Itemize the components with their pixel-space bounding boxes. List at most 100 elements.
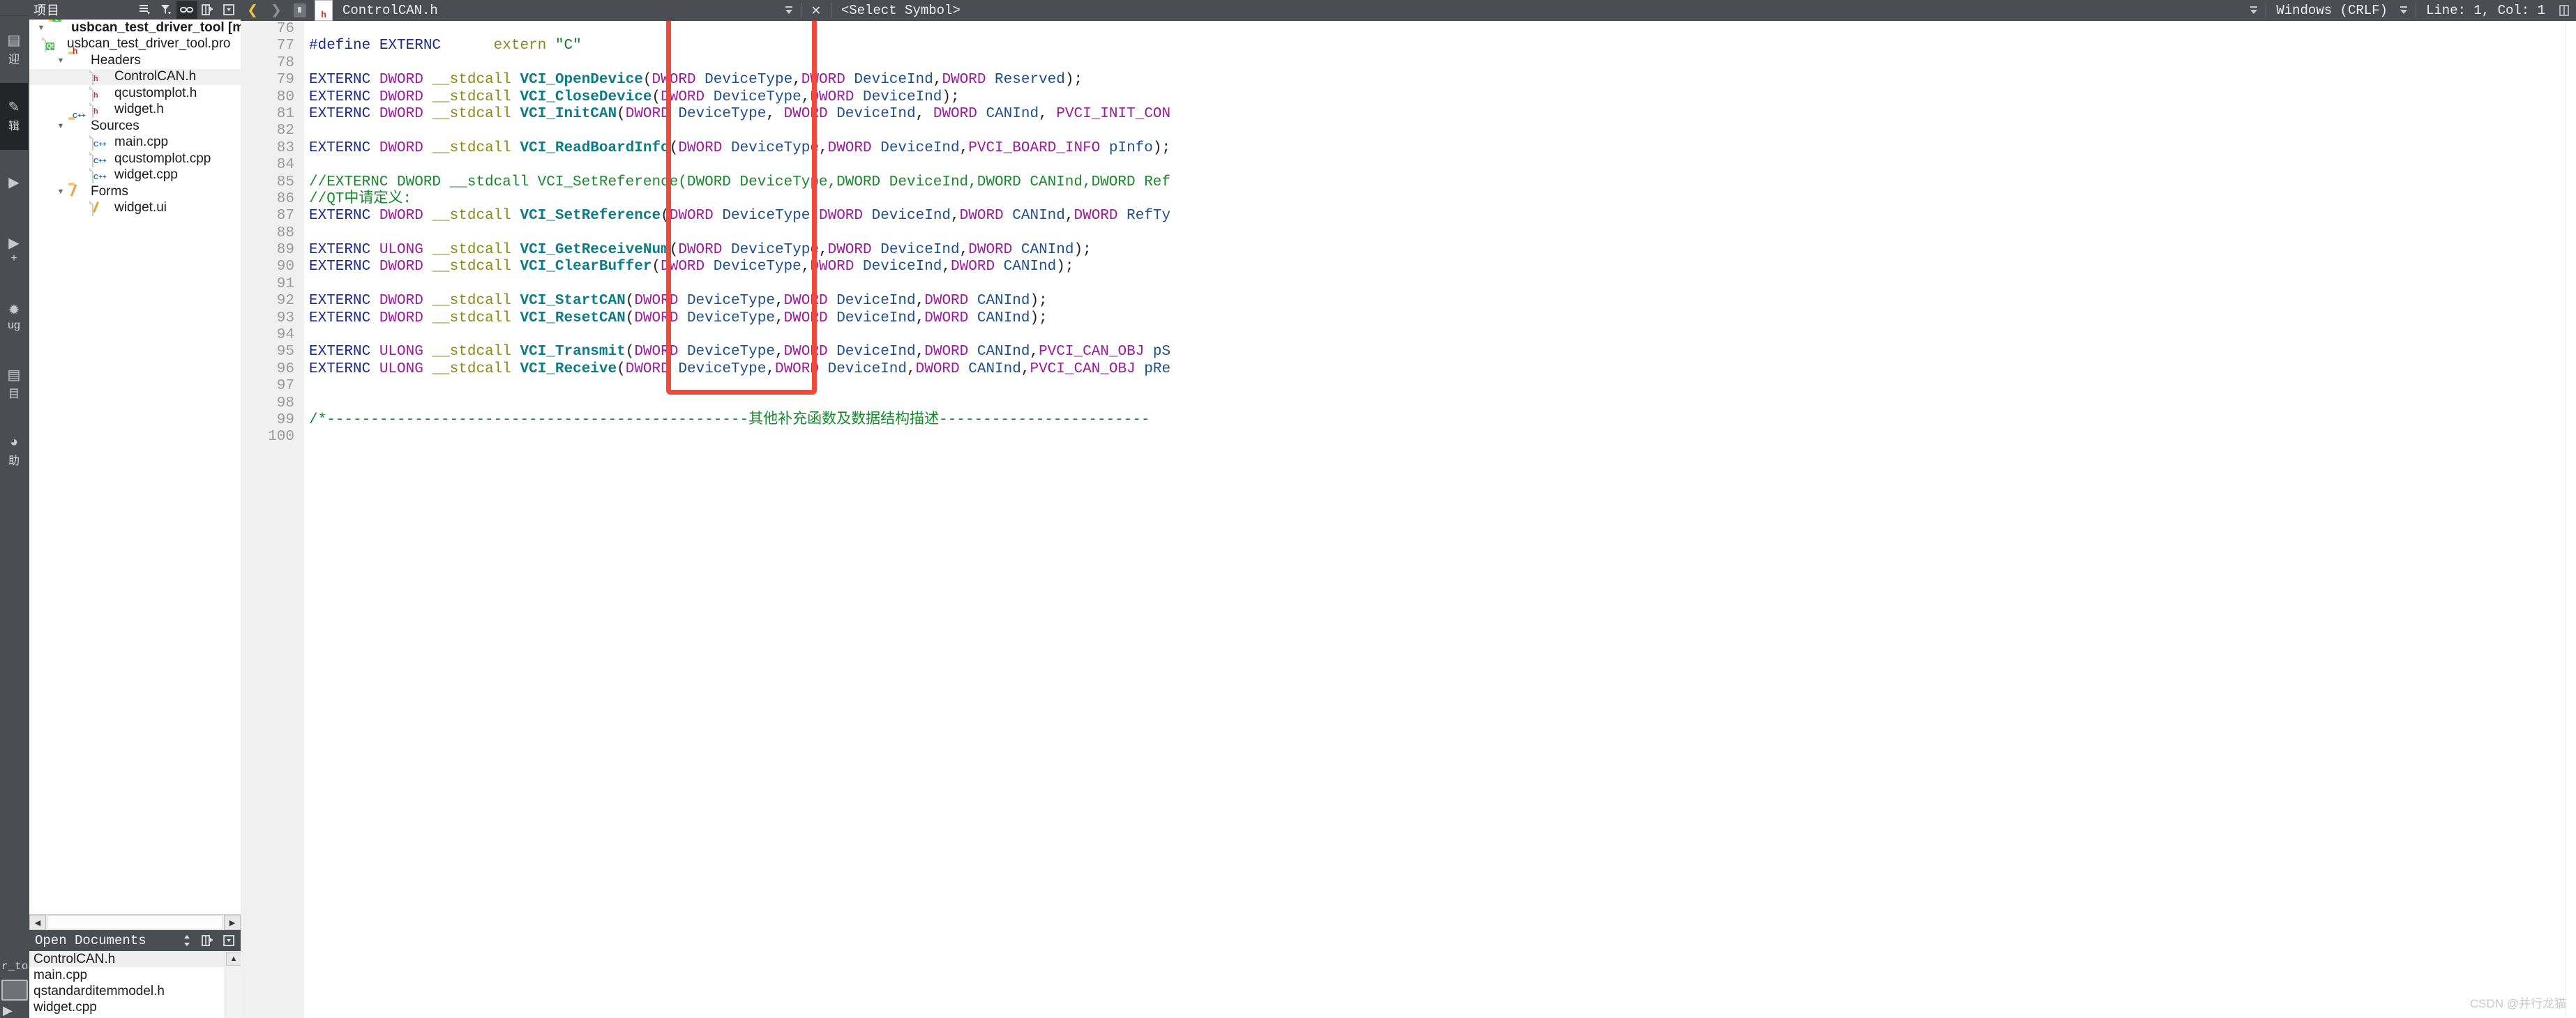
tree-item-widget-cpp[interactable]: C++ widget.cpp	[29, 167, 241, 184]
code-token: VCI_OpenDevice	[520, 72, 643, 89]
code-token: ,	[766, 360, 775, 377]
code-token: VCI_GetReceiveNum	[520, 242, 670, 259]
filter-icon[interactable]	[156, 1, 176, 19]
code-line[interactable]	[309, 21, 2576, 38]
split-editor-right-icon[interactable]	[2552, 4, 2576, 17]
open-doc-row[interactable]: main.cpp	[29, 967, 241, 983]
close-pane-icon[interactable]	[218, 1, 239, 19]
tree-item-controlcan-h[interactable]: h ControlCAN.h	[29, 68, 241, 86]
mode-item-design[interactable]: ▶	[0, 150, 28, 217]
open-documents-list[interactable]: ControlCAN.h main.cpp qstandarditemmodel…	[29, 951, 241, 1018]
code-line[interactable]: EXTERNC DWORD __stdcall VCI_ClearBuffer(…	[309, 259, 2576, 275]
open-file-combobox[interactable]: ControlCAN.h	[336, 0, 445, 21]
code-editor[interactable]: 76 77 78 79 80 81 82 83 84 85 86 87 88 89 90 91 92 93 94 95…	[241, 21, 2576, 1018]
open-doc-row[interactable]: widget.cpp	[29, 999, 241, 1015]
close-documents-icon[interactable]	[218, 932, 239, 950]
code-token: ,	[915, 293, 925, 310]
split-pane-icon[interactable]	[197, 1, 218, 19]
code-line[interactable]	[309, 123, 2576, 139]
code-line[interactable]	[309, 429, 2576, 446]
code-token: ,	[818, 139, 828, 156]
code-line[interactable]: EXTERNC DWORD __stdcall VCI_OpenDevice(D…	[309, 72, 2576, 89]
tree-item-qcustomplot-cpp[interactable]: C++ qcustomplot.cpp	[29, 151, 241, 167]
mode-item-edit[interactable]: ✎ 辑	[0, 83, 28, 150]
file-combo-caret-icon[interactable]	[780, 4, 798, 17]
expand-arrow-icon[interactable]: ▶	[0, 1003, 28, 1018]
scroll-up-icon[interactable]: ▲	[226, 952, 241, 966]
code-line[interactable]	[309, 276, 2576, 293]
code-line[interactable]: EXTERNC DWORD __stdcall VCI_StartCAN(DWO…	[309, 293, 2576, 310]
code-line[interactable]: EXTERNC ULONG __stdcall VCI_GetReceiveNu…	[309, 242, 2576, 259]
project-dock-header: 项目	[28, 0, 241, 20]
open-doc-row[interactable]: qstandarditemmodel.h	[29, 983, 241, 999]
code-line[interactable]: EXTERNC DWORD __stdcall VCI_SetReference…	[309, 208, 2576, 225]
code-line[interactable]	[309, 378, 2576, 395]
code-content[interactable]: #define EXTERNC extern "C" EXTERNC DWORD…	[303, 21, 2576, 1018]
symbol-combo-caret-icon[interactable]	[2245, 4, 2263, 17]
editor-toolbar: ❮ ❯ h ControlCAN.h ✕ <Select Symbol> Win…	[241, 0, 2576, 21]
link-with-editor-icon[interactable]	[176, 1, 197, 19]
lock-icon[interactable]	[288, 3, 312, 17]
code-token: ,	[1039, 105, 1057, 122]
chevron-down-icon[interactable]: ▼	[33, 24, 49, 32]
line-ending-caret-icon[interactable]	[2395, 4, 2413, 17]
navigate-forward-icon[interactable]: ❯	[264, 0, 288, 22]
sort-documents-icon[interactable]	[176, 932, 197, 950]
code-line[interactable]	[309, 55, 2576, 72]
code-line[interactable]: EXTERNC DWORD __stdcall VCI_CloseDevice(…	[309, 89, 2576, 106]
code-line[interactable]: EXTERNC DWORD __stdcall VCI_InitCAN(DWOR…	[309, 106, 2576, 123]
scroll-left-icon[interactable]: ◀	[29, 915, 46, 930]
editor-right-gutter[interactable]	[2566, 21, 2576, 1018]
cursor-position-indicator[interactable]: Line: 1, Col: 1	[2419, 0, 2552, 21]
tree-item-headers-folder[interactable]: ▼ h Headers	[29, 47, 241, 69]
tree-item-qcustomplot-h[interactable]: h qcustomplot.h	[29, 85, 241, 102]
mode-item-projects[interactable]: ▤ 目	[0, 351, 28, 418]
filter-tree-icon[interactable]	[135, 1, 156, 19]
tree-item-widget-ui[interactable]: widget.ui	[29, 200, 241, 217]
mode-item-welcome[interactable]: ▤ 迎	[0, 16, 28, 83]
chevron-down-icon[interactable]: ▼	[53, 56, 68, 65]
tree-item-widget-h[interactable]: h widget.h	[29, 102, 241, 119]
code-token: __stdcall	[432, 293, 511, 310]
mode-item-debug-start[interactable]: ▶ +	[0, 217, 28, 284]
code-line[interactable]	[309, 395, 2576, 412]
tree-item-main-cpp[interactable]: C++ main.cpp	[29, 135, 241, 151]
code-line[interactable]: #define EXTERNC extern "C"	[309, 38, 2576, 54]
code-line[interactable]: EXTERNC ULONG __stdcall VCI_Transmit(DWO…	[309, 344, 2576, 360]
open-documents-scrollbar[interactable]: ▲	[225, 951, 241, 1018]
open-doc-row[interactable]: ControlCAN.h	[29, 951, 241, 967]
line-ending-combobox[interactable]: Windows (CRLF)	[2269, 0, 2395, 21]
tree-item-pro-file[interactable]: Qt usbcan_test_driver_tool.pro	[29, 36, 241, 53]
scroll-thumb[interactable]	[47, 916, 223, 929]
split-editor-icon[interactable]	[197, 932, 218, 950]
close-document-icon[interactable]: ✕	[804, 1, 828, 20]
code-line[interactable]: EXTERNC DWORD __stdcall VCI_ResetCAN(DWO…	[309, 310, 2576, 327]
tree-item-project-root[interactable]: ▼ Qt usbcan_test_driver_tool [master]	[29, 20, 241, 36]
symbol-selector-combobox[interactable]: <Select Symbol>	[834, 0, 967, 21]
code-line[interactable]	[309, 327, 2576, 344]
line-number: 95	[276, 344, 294, 360]
code-line[interactable]: /*--------------------------------------…	[309, 412, 2576, 429]
code-line[interactable]: //QT中请定义:	[309, 191, 2576, 208]
code-line[interactable]: //EXTERNC DWORD __stdcall VCI_SetReferen…	[309, 174, 2576, 191]
mode-item-help[interactable]: ◕ 助	[0, 418, 28, 485]
code-token: (	[669, 139, 679, 156]
project-tree[interactable]: ▼ Qt usbcan_test_driver_tool [master] Qt…	[29, 20, 241, 914]
target-screen-icon[interactable]	[1, 980, 28, 1001]
chevron-down-icon[interactable]: ▼	[53, 122, 68, 130]
code-line[interactable]: EXTERNC ULONG __stdcall VCI_Receive(DWOR…	[309, 361, 2576, 378]
tree-item-sources-folder[interactable]: ▼ C++ Sources	[29, 112, 241, 135]
mode-selector-bar[interactable]: ▤ 迎 ✎ 辑 ▶ ▶ + ✹ ug ▤ 目 ◕ 助 r_tool	[0, 0, 28, 1018]
project-tree-hscrollbar[interactable]: ◀ ▶	[29, 914, 241, 930]
tree-label: widget.ui	[114, 200, 167, 215]
chevron-down-icon[interactable]: ▼	[53, 188, 68, 196]
code-line[interactable]: EXTERNC DWORD __stdcall VCI_ReadBoardInf…	[309, 140, 2576, 157]
scroll-right-icon[interactable]: ▶	[224, 915, 241, 930]
code-line[interactable]	[309, 157, 2576, 174]
mode-item-debug[interactable]: ✹ ug	[0, 284, 28, 351]
tree-item-forms-folder[interactable]: ▼ Forms	[29, 183, 241, 200]
navigate-back-icon[interactable]: ❮	[241, 0, 264, 22]
code-line[interactable]	[309, 225, 2576, 242]
code-token: DeviceType	[678, 310, 775, 326]
